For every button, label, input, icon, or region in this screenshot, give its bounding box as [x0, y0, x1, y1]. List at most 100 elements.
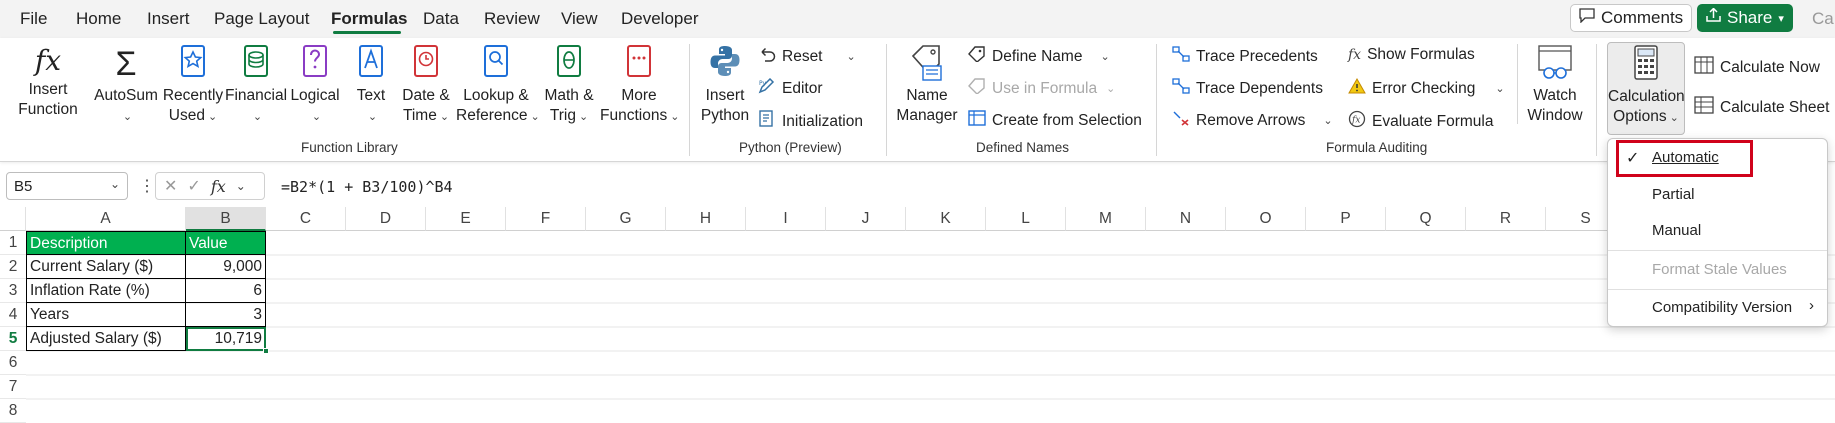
column-header-e[interactable]: E: [426, 207, 506, 231]
chevron-down-icon: ⌄: [670, 111, 680, 123]
create-from-selection-button[interactable]: Create from Selection: [968, 110, 1142, 131]
cell-a2[interactable]: Current Salary ($): [26, 255, 186, 279]
cancel-icon[interactable]: ✕: [164, 176, 177, 196]
menu-bar: File Home Insert Page Layout Formulas Da…: [0, 0, 1835, 38]
chevron-down-icon[interactable]: ⌄: [236, 179, 246, 193]
date-time-button[interactable]: Date & Time ⌄: [398, 44, 454, 127]
cell-b1[interactable]: Value: [186, 231, 266, 255]
column-header-m[interactable]: M: [1066, 207, 1146, 231]
tab-view[interactable]: View: [561, 9, 598, 29]
column-header-i[interactable]: I: [746, 207, 826, 231]
more-options-icon[interactable]: ⋮: [139, 176, 155, 196]
row-header-7[interactable]: 7: [0, 375, 26, 399]
column-header-h[interactable]: H: [666, 207, 746, 231]
chevron-down-icon[interactable]: ⌄: [110, 177, 120, 191]
formula-input[interactable]: =B2*(1 + B3/100)^B4: [281, 178, 453, 196]
name-manager-button[interactable]: Name Manager: [896, 44, 958, 126]
cell-a3[interactable]: Inflation Rate (%): [26, 279, 186, 303]
calculate-now-button[interactable]: Calculate Now: [1694, 56, 1820, 79]
row-header-4[interactable]: 4: [0, 303, 26, 327]
math-label-2: Trig: [549, 107, 576, 124]
column-header-c[interactable]: C: [266, 207, 346, 231]
trace-precedents-button[interactable]: Trace Precedents: [1172, 46, 1318, 67]
menu-item-automatic[interactable]: ✓ Automatic: [1608, 139, 1827, 179]
show-formulas-button[interactable]: fx Show Formulas: [1348, 46, 1475, 64]
enter-check-icon[interactable]: ✓: [187, 176, 200, 196]
tab-developer[interactable]: Developer: [621, 9, 699, 29]
editor-button[interactable]: Py Editor: [758, 77, 823, 99]
text-button[interactable]: Text ⌄: [350, 44, 392, 127]
calculate-sheet-button[interactable]: Calculate Sheet: [1694, 96, 1829, 119]
error-checking-button[interactable]: Error Checking ⌄: [1348, 77, 1505, 99]
tab-review[interactable]: Review: [484, 9, 540, 29]
insert-function-button[interactable]: fx Insert Function: [15, 44, 81, 120]
insert-function-icon[interactable]: fx: [211, 177, 226, 196]
tab-page-layout[interactable]: Page Layout: [214, 9, 309, 29]
column-header-o[interactable]: O: [1226, 207, 1306, 231]
tab-home[interactable]: Home: [76, 9, 121, 29]
column-header-j[interactable]: J: [826, 207, 906, 231]
recently-used-button[interactable]: Recently Used ⌄: [162, 44, 224, 127]
column-header-d[interactable]: D: [346, 207, 426, 231]
insert-python-button[interactable]: Insert Python: [700, 44, 750, 126]
name-box[interactable]: B5 ⌄: [6, 172, 128, 200]
fill-handle[interactable]: [263, 348, 269, 354]
lookup-reference-button[interactable]: Lookup & Reference ⌄: [456, 44, 540, 127]
column-header-f[interactable]: F: [506, 207, 586, 231]
column-header-n[interactable]: N: [1146, 207, 1226, 231]
row-header-6[interactable]: 6: [0, 351, 26, 375]
evaluate-formula-button[interactable]: fx Evaluate Formula: [1348, 110, 1493, 133]
tab-formulas[interactable]: Formulas: [331, 9, 408, 29]
cell-a1[interactable]: Description: [26, 231, 186, 255]
tab-data[interactable]: Data: [423, 9, 459, 29]
math-trig-button[interactable]: Math & Trig ⌄: [540, 44, 598, 127]
cell-a5[interactable]: Adjusted Salary ($): [26, 327, 186, 351]
initialization-button[interactable]: Initialization: [758, 110, 863, 133]
cell-b4[interactable]: 3: [186, 303, 266, 327]
column-header-g[interactable]: G: [586, 207, 666, 231]
column-header-r[interactable]: R: [1466, 207, 1546, 231]
comments-button[interactable]: Comments: [1570, 4, 1693, 32]
tab-file[interactable]: File: [20, 9, 47, 29]
insert-python-label-2: Python: [700, 107, 750, 124]
column-header-l[interactable]: L: [986, 207, 1066, 231]
row-header-1[interactable]: 1: [0, 231, 26, 255]
tab-insert[interactable]: Insert: [147, 9, 190, 29]
cell-b2[interactable]: 9,000: [186, 255, 266, 279]
column-header-b[interactable]: B: [186, 207, 266, 231]
share-button[interactable]: Share ▾: [1697, 4, 1793, 32]
use-in-formula-button[interactable]: Use in Formula ⌄: [968, 78, 1115, 99]
remove-arrows-button[interactable]: Remove Arrows ⌄: [1172, 110, 1333, 131]
chevron-down-icon: ⌄: [439, 111, 450, 123]
select-all-corner[interactable]: [0, 207, 26, 231]
cell-b5-selected[interactable]: 10,719: [186, 327, 266, 351]
menu-item-format-stale[interactable]: Format Stale Values: [1608, 253, 1827, 287]
column-header-k[interactable]: K: [906, 207, 986, 231]
financial-button[interactable]: Financial ⌄: [225, 44, 287, 127]
row-header-8[interactable]: 8: [0, 399, 26, 423]
watch-window-button[interactable]: Watch Window: [1524, 44, 1586, 126]
menu-item-compatibility[interactable]: Compatibility Version ›: [1608, 291, 1827, 325]
row-header-2[interactable]: 2: [0, 255, 26, 279]
column-header-a[interactable]: A: [26, 207, 186, 231]
logical-button[interactable]: Logical ⌄: [286, 44, 344, 127]
menu-item-manual[interactable]: Manual: [1608, 213, 1827, 249]
calculation-options-button[interactable]: Calculation Options ⌄: [1607, 42, 1685, 135]
column-header-p[interactable]: P: [1306, 207, 1386, 231]
trace-dependents-button[interactable]: Trace Dependents: [1172, 78, 1323, 99]
autosum-button[interactable]: Σ AutoSum ⌄: [93, 44, 159, 127]
group-divider: [1156, 44, 1157, 156]
define-name-button[interactable]: Define Name ⌄: [968, 46, 1110, 67]
cell-b3[interactable]: 6: [186, 279, 266, 303]
cell-a4[interactable]: Years: [26, 303, 186, 327]
row-header-3[interactable]: 3: [0, 279, 26, 303]
reset-button[interactable]: Reset ⌄: [758, 46, 856, 67]
more-functions-button[interactable]: More Functions ⌄: [600, 44, 680, 127]
menu-item-partial[interactable]: Partial: [1608, 177, 1827, 213]
chevron-down-icon: ⌄: [1323, 115, 1333, 127]
chevron-down-icon: ⌄: [207, 111, 218, 123]
active-tab-indicator: [333, 31, 401, 34]
remove-arrows-label: Remove Arrows: [1196, 111, 1306, 129]
column-header-q[interactable]: Q: [1386, 207, 1466, 231]
row-header-5[interactable]: 5: [0, 327, 26, 351]
